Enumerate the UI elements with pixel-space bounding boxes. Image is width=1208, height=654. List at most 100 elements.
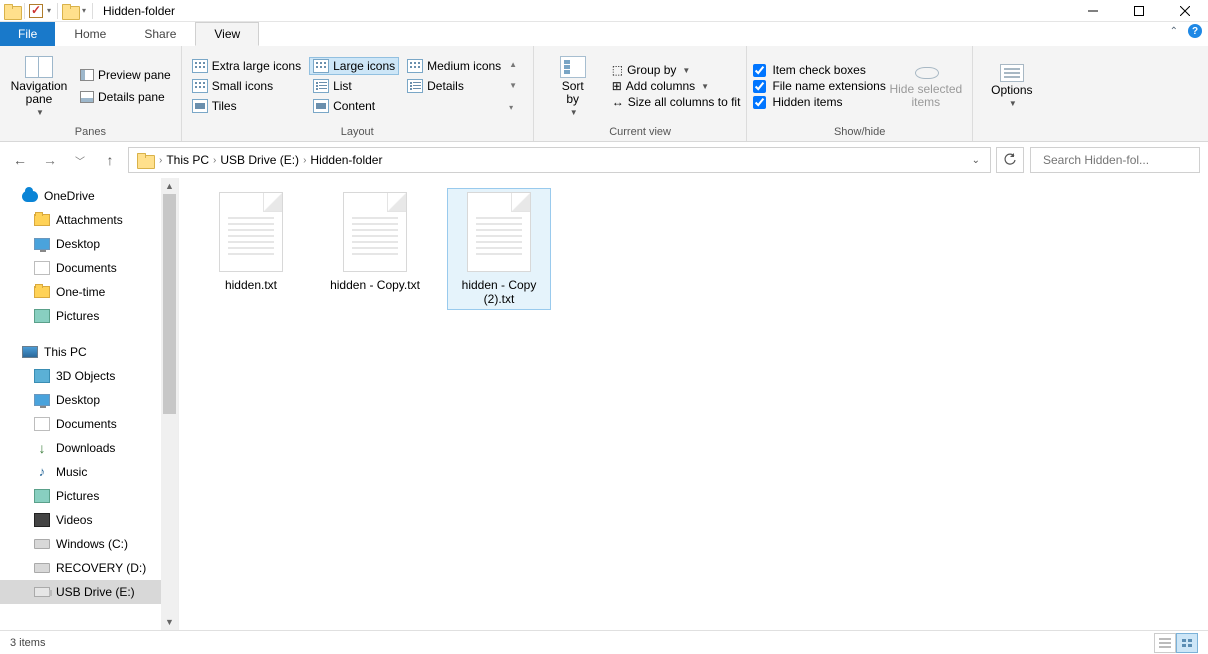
breadcrumb-hidden-folder[interactable]: Hidden-folder	[306, 153, 386, 167]
documents-icon	[34, 261, 50, 275]
back-button[interactable]: ←	[8, 148, 32, 172]
navigation-pane-button[interactable]: Navigation pane ▼	[6, 54, 72, 119]
navigation-row: ← → ﹀ ↑ › This PC › USB Drive (E:) › Hid…	[0, 142, 1208, 178]
search-input[interactable]	[1043, 153, 1198, 167]
breadcrumb-this-pc[interactable]: This PC	[162, 153, 213, 167]
address-dropdown-icon[interactable]: ⌄	[964, 155, 988, 166]
tree-e-drive[interactable]: USB Drive (E:)	[0, 580, 178, 604]
options-button[interactable]: Options ▼	[979, 62, 1045, 110]
file-item-selected[interactable]: hidden - Copy (2).txt	[447, 188, 551, 310]
qat-dropdown-icon[interactable]: ▾	[45, 6, 53, 15]
layout-small[interactable]: Small icons	[188, 77, 305, 95]
tab-view[interactable]: View	[195, 22, 259, 46]
refresh-icon	[1003, 153, 1017, 167]
tab-file[interactable]: File	[0, 22, 55, 46]
search-box[interactable]	[1030, 147, 1200, 173]
add-columns-icon: ⊞	[612, 79, 622, 93]
scroll-up-icon[interactable]: ▲	[161, 178, 178, 194]
layout-extra-large[interactable]: Extra large icons	[188, 57, 305, 75]
add-columns-button[interactable]: ⊞Add columns▼	[612, 79, 741, 93]
qat-properties-icon[interactable]	[29, 4, 43, 18]
group-label-panes: Panes	[6, 124, 175, 141]
file-item[interactable]: hidden - Copy.txt	[323, 188, 427, 296]
tree-scrollbar[interactable]: ▲ ▼	[161, 178, 178, 630]
scrollbar-thumb[interactable]	[163, 194, 176, 414]
ribbon-group-options: Options ▼	[973, 46, 1051, 141]
pictures-icon	[34, 309, 50, 323]
tab-share[interactable]: Share	[125, 22, 195, 46]
tree-desktop[interactable]: Desktop	[0, 232, 178, 256]
layout-medium[interactable]: Medium icons	[403, 57, 505, 75]
group-by-button[interactable]: ⬚Group by▼	[612, 63, 741, 77]
tree-one-time[interactable]: One-time	[0, 280, 178, 304]
folder-icon	[34, 214, 50, 226]
tree-documents[interactable]: Documents	[0, 256, 178, 280]
tree-desktop-2[interactable]: Desktop	[0, 388, 178, 412]
size-columns-button[interactable]: ↔Size all columns to fit	[612, 95, 741, 109]
layout-content[interactable]: Content	[309, 97, 399, 115]
tree-d-drive[interactable]: RECOVERY (D:)	[0, 556, 178, 580]
medium-icon	[407, 59, 423, 73]
layout-details[interactable]: Details	[403, 77, 505, 95]
title-bar: ▾ ▾ Hidden-folder	[0, 0, 1208, 22]
address-bar[interactable]: › This PC › USB Drive (E:) › Hidden-fold…	[128, 147, 991, 173]
sort-by-button[interactable]: Sort by ▼	[540, 54, 606, 119]
quick-access-toolbar: ▾ ▾	[0, 3, 99, 19]
tree-attachments[interactable]: Attachments	[0, 208, 178, 232]
recent-locations-button[interactable]: ﹀	[68, 148, 92, 172]
preview-pane-icon	[80, 69, 94, 81]
collapse-ribbon-icon[interactable]: ⌃	[1170, 26, 1178, 37]
refresh-button[interactable]	[996, 147, 1024, 173]
tree-this-pc[interactable]: This PC	[0, 340, 178, 364]
maximize-button[interactable]	[1116, 0, 1162, 22]
view-details-button[interactable]	[1154, 633, 1176, 653]
close-button[interactable]	[1162, 0, 1208, 22]
tree-pictures-2[interactable]: Pictures	[0, 484, 178, 508]
onedrive-icon	[22, 191, 38, 202]
layout-tiles[interactable]: Tiles	[188, 97, 305, 115]
breadcrumb-usb-drive[interactable]: USB Drive (E:)	[216, 153, 303, 167]
small-icon	[192, 79, 208, 93]
forward-button[interactable]: →	[38, 148, 62, 172]
tree-3d-objects[interactable]: 3D Objects	[0, 364, 178, 388]
details-pane-icon	[80, 91, 94, 103]
videos-icon	[34, 513, 50, 527]
tree-downloads[interactable]: ↓Downloads	[0, 436, 178, 460]
details-pane-button[interactable]: Details pane	[76, 88, 175, 106]
app-icon[interactable]	[4, 4, 20, 18]
layout-list[interactable]: List	[309, 77, 399, 95]
list-icon	[313, 79, 329, 93]
eye-icon	[913, 63, 939, 81]
file-item[interactable]: hidden.txt	[199, 188, 303, 296]
checkbox-file-extensions[interactable]: File name extensions	[753, 79, 885, 93]
main-area: OneDrive Attachments Desktop Documents O…	[0, 178, 1208, 630]
hide-selected-button[interactable]: Hide selected items	[886, 61, 966, 111]
tree-pictures[interactable]: Pictures	[0, 304, 178, 328]
desktop-icon	[34, 394, 50, 406]
tab-home[interactable]: Home	[55, 22, 125, 46]
ribbon-group-panes: Navigation pane ▼ Preview pane Details p…	[0, 46, 182, 141]
chevron-down-icon: ▼	[570, 108, 578, 117]
drive-icon	[34, 563, 50, 573]
ribbon: Navigation pane ▼ Preview pane Details p…	[0, 46, 1208, 142]
layout-scroll[interactable]: ▲▼▾	[509, 54, 517, 118]
tree-c-drive[interactable]: Windows (C:)	[0, 532, 178, 556]
minimize-button[interactable]	[1070, 0, 1116, 22]
scroll-down-icon[interactable]: ▼	[161, 614, 178, 630]
folder-icon	[62, 4, 78, 18]
tree-documents-2[interactable]: Documents	[0, 412, 178, 436]
tree-videos[interactable]: Videos	[0, 508, 178, 532]
file-list[interactable]: hidden.txt hidden - Copy.txt hidden - Co…	[178, 178, 1208, 630]
up-button[interactable]: ↑	[98, 148, 122, 172]
preview-pane-button[interactable]: Preview pane	[76, 66, 175, 84]
help-icon[interactable]: ?	[1188, 24, 1202, 38]
checkbox-item-checkboxes[interactable]: Item check boxes	[753, 63, 885, 77]
tree-onedrive[interactable]: OneDrive	[0, 184, 178, 208]
layout-large[interactable]: Large icons	[309, 57, 399, 75]
tree-music[interactable]: ♪Music	[0, 460, 178, 484]
history-dropdown-icon[interactable]: ▾	[80, 6, 88, 15]
downloads-icon: ↓	[34, 441, 50, 455]
details-icon	[407, 79, 423, 93]
view-large-icons-button[interactable]	[1176, 633, 1198, 653]
checkbox-hidden-items[interactable]: Hidden items	[753, 95, 885, 109]
